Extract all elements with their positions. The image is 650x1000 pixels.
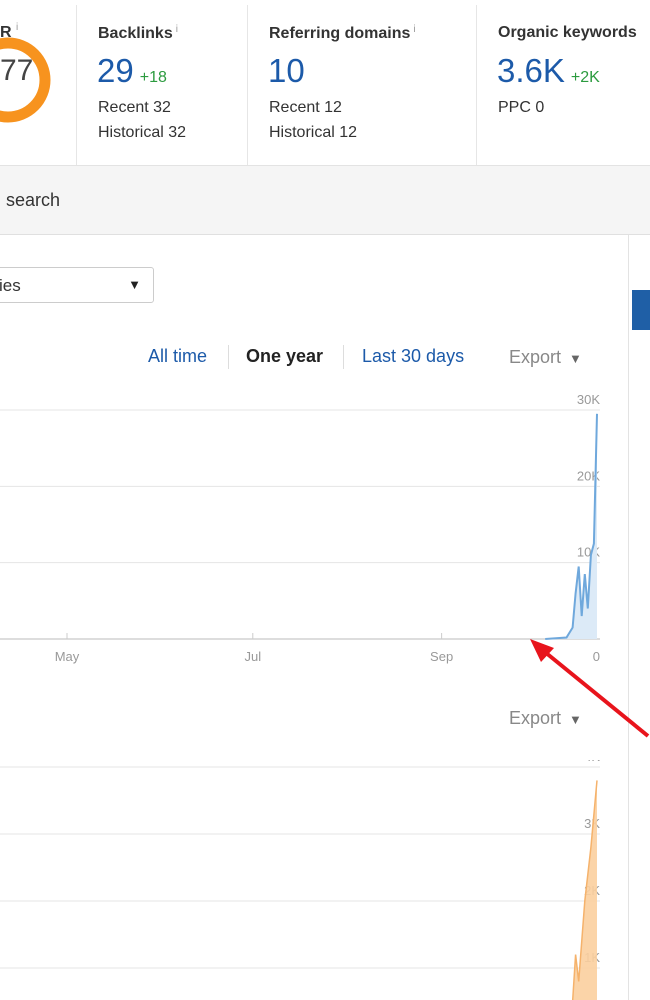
x-tick-label: Sep [430,649,453,664]
backlinks-title: Backlinks i [98,24,178,43]
tab-one-year[interactable]: One year [246,346,323,367]
arrow-line [538,646,650,738]
y-tick-label: 4K [584,760,600,764]
referring-domains-value[interactable]: 10 [268,52,305,90]
filter-select-value: ies [0,276,21,295]
referring-domains-title: Referring domains i [269,24,416,43]
filter-select[interactable]: ies ▼ [0,267,154,303]
search-label[interactable]: search [6,190,60,211]
y-tick-label: 30K [577,392,600,407]
tab-all-time[interactable]: All time [148,346,207,367]
referring-domains-label: Referring domains [269,25,411,42]
info-icon[interactable]: i [16,22,18,33]
info-icon[interactable]: i [176,24,178,35]
tab-separator [343,345,344,369]
caret-down-icon: ▼ [128,277,141,292]
annotation-arrow [530,639,650,738]
x-tick-label: May [55,649,80,664]
export-button[interactable]: Export ▼ [509,347,582,368]
backlinks-label: Backlinks [98,25,173,42]
tab-last-30-days[interactable]: Last 30 days [362,346,464,367]
info-icon[interactable]: i [413,24,415,35]
organic-keywords-value[interactable]: 3.6K [497,52,565,89]
tab-separator [228,345,229,369]
keywords-chart: 1K2K3K4K [0,760,600,1000]
side-panel [628,235,650,1000]
metrics-strip: R i 77 Backlinks i 29 +18 Recent 32 Histor… [0,0,650,166]
backlinks-value-row: 29 +18 [97,52,167,90]
backlinks-historical[interactable]: Historical 32 [98,124,186,142]
backlinks-delta: +18 [139,69,167,86]
series-area [545,413,597,639]
organic-keywords-delta: +2K [570,69,600,86]
domain-rating-value: 77 [0,54,34,87]
x-tick-label: Jul [244,649,261,664]
caret-down-icon: ▼ [569,351,582,366]
organic-keywords-value-row: 3.6K +2K [497,52,600,90]
export-label: Export [509,347,562,367]
backlinks-value[interactable]: 29 [97,52,134,89]
domain-rating-card: R i 77 [0,0,76,165]
side-panel-button[interactable] [632,290,650,330]
backlinks-recent[interactable]: Recent 32 [98,99,171,117]
organic-keywords-title: Organic keywords [498,24,637,41]
ppc-value: PPC 0 [498,99,545,116]
search-bar[interactable]: search [0,166,650,235]
referring-domains-historical[interactable]: Historical 12 [269,124,357,142]
referring-domains-recent[interactable]: Recent 12 [269,99,342,117]
